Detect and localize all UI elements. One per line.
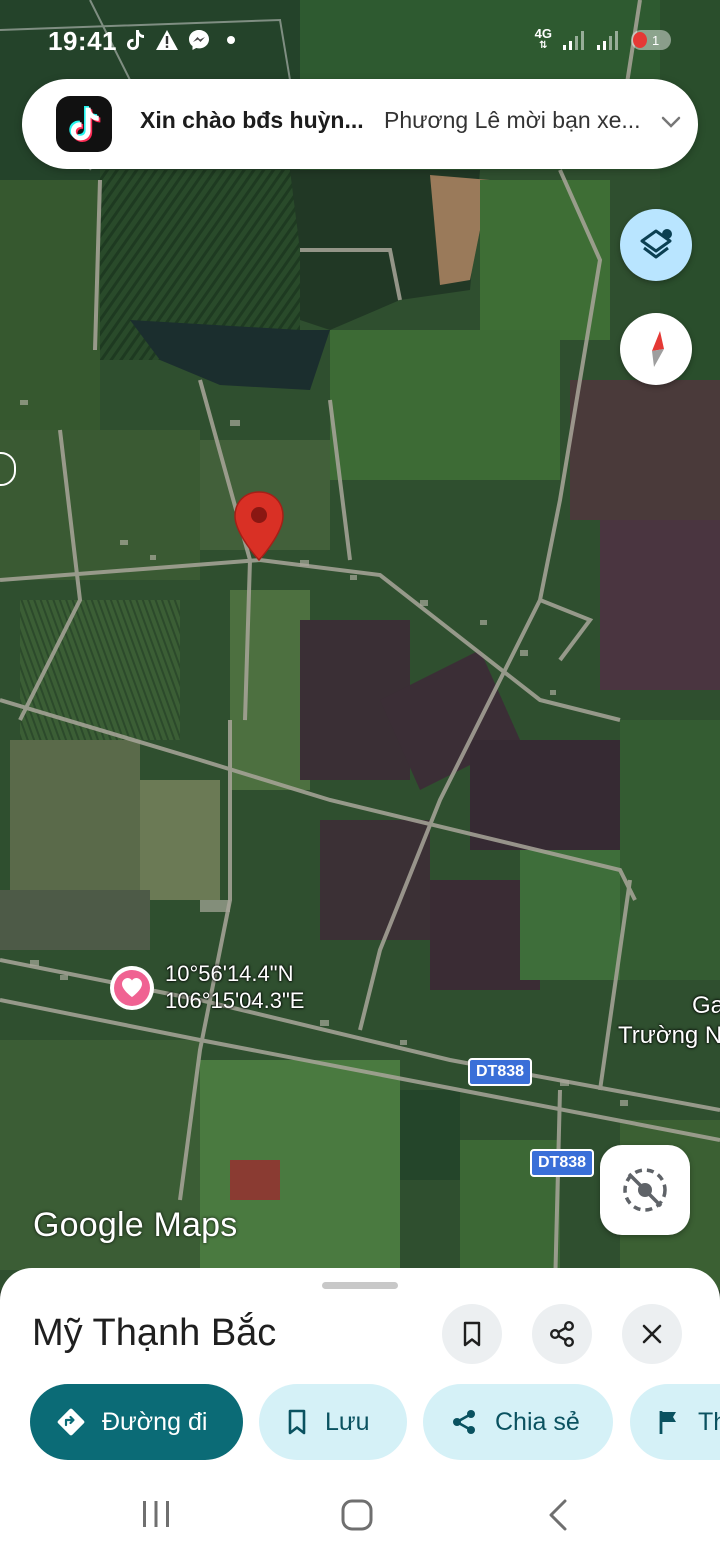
directions-button[interactable]: Đường đi xyxy=(30,1384,243,1460)
road-badge-2: DT838 xyxy=(530,1149,595,1177)
expand-chevron-down-icon[interactable] xyxy=(658,109,684,140)
place-title: Mỹ Thạnh Bắc xyxy=(32,1312,277,1354)
tiktok-status-icon xyxy=(122,27,148,53)
back-button[interactable] xyxy=(544,1498,574,1537)
notification-title: Xin chào bđs huỳn... xyxy=(140,107,364,133)
layers-icon xyxy=(640,229,672,259)
signal-icon-2 xyxy=(597,31,618,50)
share-chip-button[interactable]: Chia sẻ xyxy=(423,1384,613,1460)
share-place-button[interactable] xyxy=(532,1304,592,1364)
network-type-icon: 4G ⇅ xyxy=(534,26,552,51)
recents-icon xyxy=(143,1501,169,1527)
directions-label: Đường đi xyxy=(102,1407,208,1436)
google-maps-logo: Google Maps xyxy=(33,1206,238,1244)
home-button[interactable] xyxy=(340,1498,374,1537)
share-label: Chia sẻ xyxy=(495,1407,580,1436)
clock: 19:41 xyxy=(48,26,117,56)
notification-body: Phương Lê mời bạn xe... xyxy=(384,107,641,133)
selected-location-pin[interactable] xyxy=(232,490,286,567)
tiktok-app-icon xyxy=(56,96,112,152)
warning-icon xyxy=(154,27,180,53)
more-chip-button[interactable]: Th xyxy=(630,1384,720,1460)
signal-icon-1 xyxy=(563,31,584,50)
more-chip-label: Th xyxy=(698,1407,720,1436)
close-icon xyxy=(642,1324,662,1344)
compass-icon xyxy=(652,331,664,367)
home-icon xyxy=(341,1499,373,1531)
save-label: Lưu xyxy=(325,1407,370,1436)
messenger-icon xyxy=(186,27,212,53)
poi-label-line2: Trường N xyxy=(618,1022,720,1049)
coordinate-label: 10°56'14.4"N 106°15'04.3"E xyxy=(165,960,304,1014)
location-disabled-icon xyxy=(623,1168,667,1212)
longitude-text: 106°15'04.3"E xyxy=(165,988,305,1013)
notification-banner[interactable]: Xin chào bđs huỳn... Phương Lê mời bạn x… xyxy=(22,79,698,169)
layers-button[interactable] xyxy=(620,209,692,281)
recent-apps-button[interactable] xyxy=(140,1498,172,1535)
map-view[interactable] xyxy=(0,0,720,1290)
svg-text:1: 1 xyxy=(652,33,659,48)
saved-place-heart-icon[interactable] xyxy=(108,964,156,1017)
back-chevron-icon xyxy=(549,1499,567,1531)
close-button[interactable] xyxy=(622,1304,682,1364)
poi-label-line1: Ga xyxy=(692,992,720,1019)
share-icon xyxy=(549,1321,575,1348)
latitude-text: 10°56'14.4"N xyxy=(165,961,294,986)
sheet-drag-handle[interactable] xyxy=(322,1282,398,1289)
satellite-imagery xyxy=(0,0,720,1290)
bookmark-icon xyxy=(463,1321,481,1347)
road-badge-1: DT838 xyxy=(468,1058,533,1086)
my-location-button[interactable] xyxy=(600,1145,690,1235)
save-place-button[interactable] xyxy=(442,1304,502,1364)
save-chip-button[interactable]: Lưu xyxy=(259,1384,407,1460)
compass-button[interactable] xyxy=(620,313,692,385)
system-navigation-bar xyxy=(0,1476,720,1560)
status-bar: 19:41 4G ⇅ 1 xyxy=(0,0,720,80)
share-icon xyxy=(449,1407,479,1437)
flag-icon xyxy=(656,1408,682,1436)
battery-icon: 1 xyxy=(631,30,671,50)
more-notifications-dot-icon xyxy=(218,27,244,53)
directions-icon xyxy=(56,1407,86,1437)
bookmark-icon xyxy=(285,1408,309,1436)
